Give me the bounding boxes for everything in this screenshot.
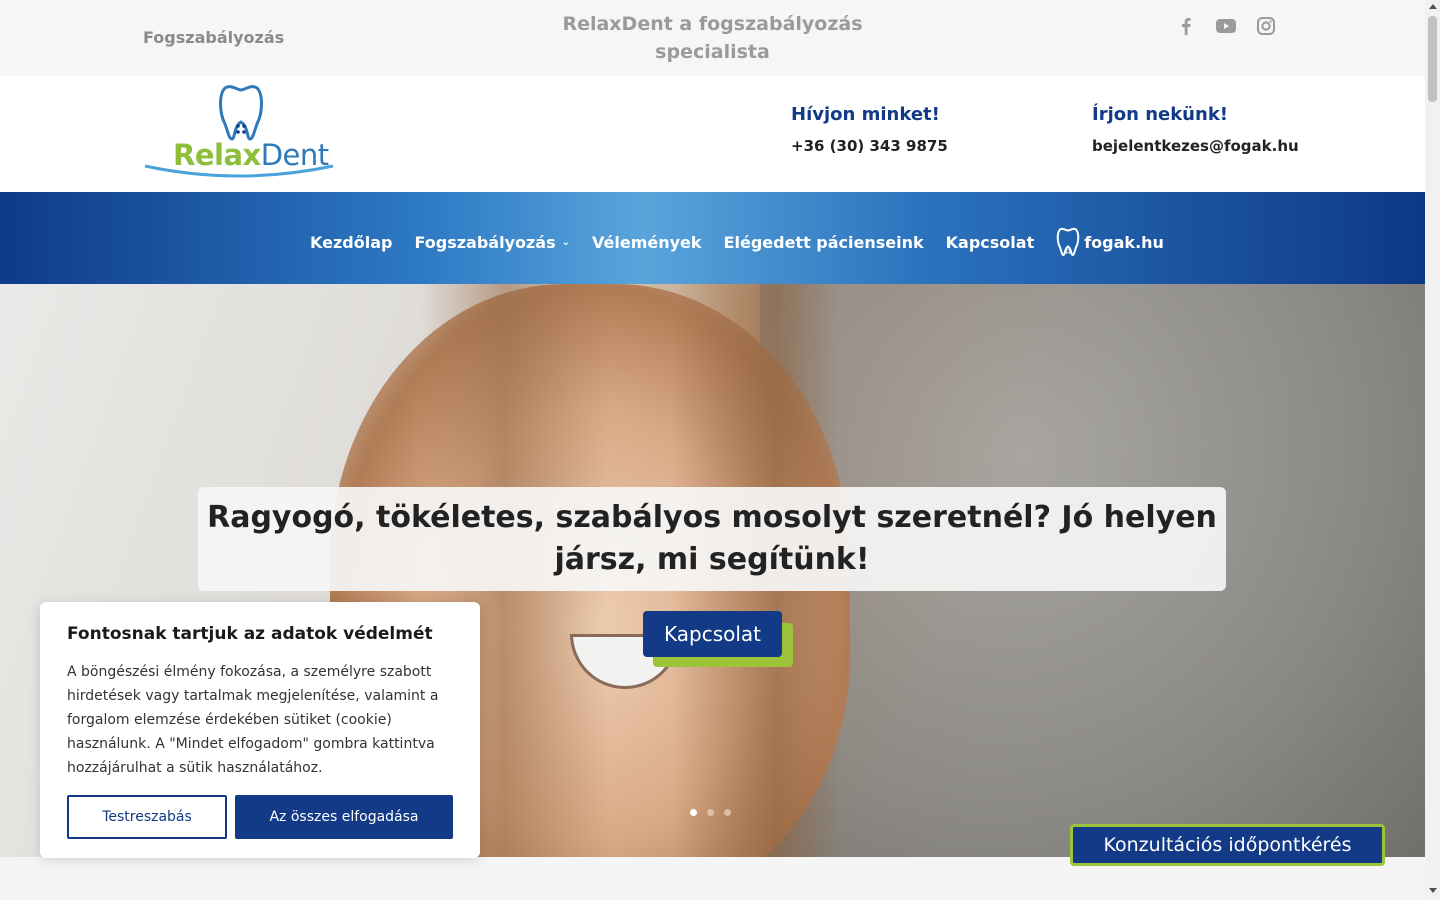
tooth-icon <box>1056 227 1080 257</box>
scrollbar-thumb[interactable] <box>1428 16 1437 102</box>
youtube-icon[interactable] <box>1216 15 1236 37</box>
slider-dots <box>690 809 731 816</box>
tooth-logo-icon <box>219 85 263 141</box>
phone-number[interactable]: +36 (30) 343 9875 <box>791 137 948 155</box>
slider-dot-3[interactable] <box>724 809 731 816</box>
email-title: Írjon nekünk! <box>1092 104 1228 125</box>
cookie-customize-button[interactable]: Testreszabás <box>67 795 227 839</box>
cookie-text: A böngészési élmény fokozása, a személyr… <box>67 664 439 776</box>
facebook-icon[interactable] <box>1176 15 1196 37</box>
instagram-icon[interactable] <box>1256 15 1276 37</box>
contact-email: Írjon nekünk! bejelentkezes@fogak.hu <box>1092 104 1299 155</box>
relaxdent-logo[interactable]: RelaxDent <box>143 84 335 184</box>
contact-phone: Hívjon minket! +36 (30) 343 9875 <box>791 104 948 155</box>
site-header: RelaxDent Hívjon minket! +36 (30) 343 98… <box>0 76 1425 192</box>
nav-item-label: fogak.hu <box>1084 232 1164 252</box>
hero-contact-button[interactable]: Kapcsolat <box>643 611 782 657</box>
top-link-fogszabalyozas[interactable]: Fogszabályozás <box>143 28 284 47</box>
cookie-consent-dialog: Fontosnak tartjuk az adatok védelmét A b… <box>40 602 480 858</box>
nav-item-label: Fogszabályozás <box>414 232 556 252</box>
slider-dot-1[interactable] <box>690 809 697 816</box>
slider-dot-2[interactable] <box>707 809 714 816</box>
phone-title: Hívjon minket! <box>791 104 940 125</box>
site-tagline: RelaxDent a fogszabályozás specialista <box>562 13 863 63</box>
scroll-up-arrow-icon[interactable] <box>1429 4 1437 9</box>
cookie-accept-all-button[interactable]: Az összes elfogadása <box>235 795 453 839</box>
logo-swoosh <box>144 164 334 178</box>
top-bar: Fogszabályozás RelaxDent a fogszabályozá… <box>0 0 1425 76</box>
main-navigation: Kezdőlap Fogszabályozás ⌄ Vélemények Elé… <box>0 192 1425 284</box>
nav-item-velemenyek[interactable]: Vélemények <box>592 233 702 252</box>
hero-caption: Ragyogó, tökéletes, szabályos mosolyt sz… <box>198 487 1226 591</box>
email-address[interactable]: bejelentkezes@fogak.hu <box>1092 137 1299 155</box>
nav-item-elegedett-pacienseink[interactable]: Elégedett pácienseink <box>724 233 924 252</box>
consultation-booking-button[interactable]: Konzultációs időpontkérés <box>1070 824 1385 866</box>
chevron-down-icon: ⌄ <box>561 236 571 248</box>
nav-item-fogak-hu[interactable]: fogak.hu <box>1056 227 1164 257</box>
hero-button-wrap: Kapcsolat <box>643 611 793 669</box>
cookie-title: Fontosnak tartjuk az adatok védelmét <box>67 624 433 644</box>
scroll-down-arrow-icon[interactable] <box>1429 888 1437 893</box>
nav-item-kapcsolat[interactable]: Kapcsolat <box>946 233 1035 252</box>
nav-item-kezdolap[interactable]: Kezdőlap <box>310 233 392 252</box>
page-scrollbar[interactable] <box>1425 0 1440 900</box>
social-links <box>1176 15 1276 37</box>
nav-item-fogszabalyozas[interactable]: Fogszabályozás ⌄ <box>414 233 570 252</box>
